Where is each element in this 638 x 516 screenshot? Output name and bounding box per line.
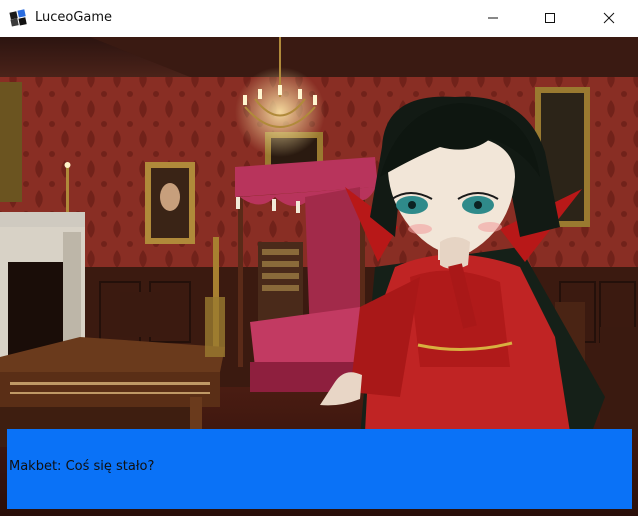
close-button[interactable] — [586, 0, 632, 36]
game-scene[interactable]: Makbet: Coś się stało? — [0, 37, 638, 516]
maximize-icon — [545, 13, 555, 23]
window-title: LuceoGame — [35, 10, 113, 25]
minimize-button[interactable] — [470, 0, 516, 36]
dialog-box[interactable]: Makbet: Coś się stało? — [7, 429, 632, 509]
title-bar[interactable]: LuceoGame — [0, 0, 638, 37]
game-window: LuceoGame Makbet: Coś się stało? — [0, 0, 638, 516]
close-icon — [603, 12, 615, 24]
dialog-text: Makbet: Coś się stało? — [9, 459, 155, 474]
maximize-button[interactable] — [527, 0, 573, 36]
minimize-icon — [488, 17, 498, 19]
app-icon — [9, 9, 27, 27]
